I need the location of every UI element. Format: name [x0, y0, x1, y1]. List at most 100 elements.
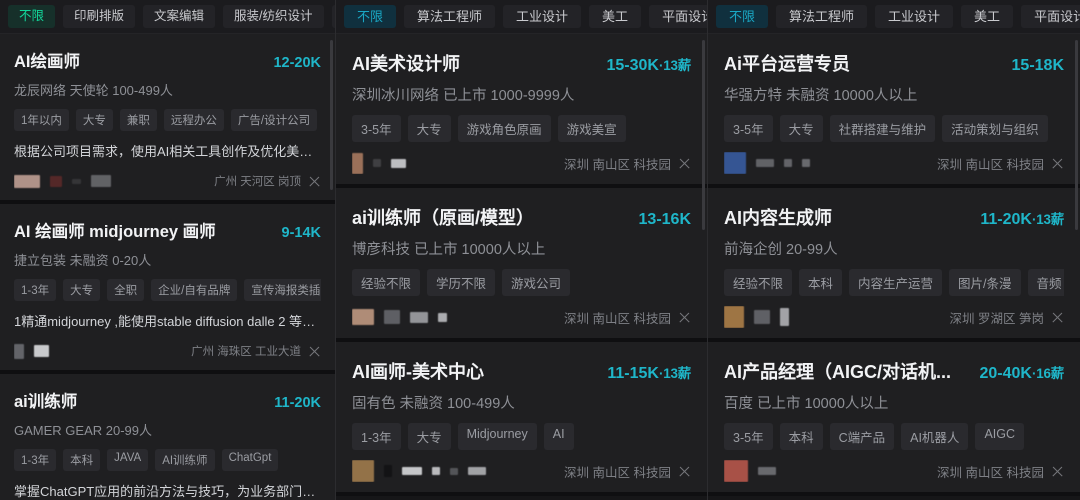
job-title[interactable]: Ai平台运营专员: [724, 50, 850, 76]
job-tag-row: 经验不限 学历不限 游戏公司: [352, 269, 691, 296]
panel-middle: 不限算法工程师工业设计美工平面设计AI美术设计师15-30K·13薪深圳冰川网络…: [336, 0, 708, 500]
company-logo-strip: [724, 460, 929, 482]
job-card[interactable]: AI内容生成师 11-20K·13薪 前海企创 20-99人 经验不限 本科 内容生产运营…: [708, 188, 1080, 342]
company-info[interactable]: 前海企创 20-99人: [724, 238, 1064, 259]
company-info[interactable]: GAMER GEAR 20-99人: [14, 420, 321, 439]
job-tag: 社群搭建与维护: [829, 115, 936, 142]
company-logo-icon: [754, 310, 770, 324]
company-logo-strip: [724, 306, 942, 328]
panel-scrollbar[interactable]: [330, 40, 333, 190]
company-info[interactable]: 百度 已上市 10000人以上: [724, 392, 1064, 413]
close-icon[interactable]: [678, 157, 691, 170]
company-logo-strip: [14, 340, 183, 362]
close-icon[interactable]: [1051, 465, 1064, 478]
filter-chip[interactable]: 平面设计: [331, 5, 335, 28]
close-icon[interactable]: [308, 175, 321, 188]
filter-chip[interactable]: 不限: [716, 5, 769, 28]
job-title[interactable]: AI绘画师: [14, 48, 80, 72]
job-tag: 全职: [107, 279, 145, 301]
filter-chip[interactable]: 印刷排版: [63, 5, 136, 28]
job-card-footer: 深圳 南山区 科技园: [352, 152, 691, 174]
filter-bar: 不限算法工程师工业设计美工平面设计: [336, 0, 707, 34]
close-icon[interactable]: [678, 465, 691, 478]
filter-chip[interactable]: 算法工程师: [776, 5, 868, 28]
panel-scrollbar[interactable]: [1075, 40, 1078, 230]
job-card-list[interactable]: AI美术设计师 15-30K·13薪 深圳冰川网络 已上市 1000-9999人 3-…: [336, 34, 707, 500]
job-card-list[interactable]: Ai平台运营专员 15-18K 华强方特 未融资 10000人以上 3-5年 大专 社群搭…: [708, 34, 1080, 500]
company-logo-icon: [391, 158, 406, 168]
salary-bonus-months: ·13薪: [658, 366, 691, 381]
filter-chip[interactable]: 不限: [344, 5, 397, 28]
company-logo-icon: [402, 467, 422, 475]
company-info[interactable]: 博彦科技 已上市 10000人以上: [352, 238, 691, 259]
job-title[interactable]: ai训练师（原画/模型）: [352, 204, 534, 230]
job-description: 掌握ChatGPT应用的前沿方法与技巧，为业务部门提供A...: [14, 484, 321, 499]
job-tag: AI训练师: [155, 449, 215, 471]
job-tag: 兼职: [119, 109, 157, 131]
salary-range: 15-18K: [1012, 57, 1064, 75]
filter-chip[interactable]: 美工: [589, 5, 642, 28]
company-logo-icon: [802, 159, 810, 167]
job-card[interactable]: AI 绘画师 midjourney 画师 9-14K 捷立包装 未融资 0-20人 1…: [0, 204, 335, 374]
job-title[interactable]: ai训练师: [14, 388, 77, 412]
company-info[interactable]: 华强方特 未融资 10000人以上: [724, 84, 1064, 105]
filter-chip[interactable]: 平面设计: [1021, 5, 1080, 28]
panel-left: 不限印刷排版文案编辑服装/纺织设计 平面设计 AI绘画师 12-20K 龙辰网络 天使轮…: [0, 0, 336, 500]
job-location: 广州 海珠区 工业大道: [191, 346, 301, 358]
job-tag: 游戏公司: [502, 269, 571, 296]
company-logo-icon: [14, 174, 40, 188]
filter-chip[interactable]: 文案编辑: [143, 5, 216, 28]
close-icon[interactable]: [308, 345, 321, 358]
filter-chip[interactable]: 美工: [961, 5, 1014, 28]
company-info[interactable]: 深圳冰川网络 已上市 1000-9999人: [352, 84, 691, 105]
filter-chip[interactable]: 工业设计: [503, 5, 582, 28]
job-tag: AI: [543, 423, 574, 450]
close-icon[interactable]: [1051, 157, 1064, 170]
company-info[interactable]: 捷立包装 未融资 0-20人: [14, 250, 321, 269]
filter-chip[interactable]: 服装/纺织设计: [223, 5, 324, 28]
job-description: 根据公司项目需求，使用AI相关工具创作及优化美术品质: [14, 144, 321, 159]
job-card[interactable]: ai训练师 11-20K GAMER GEAR 20-99人 1-3年 本科 JAVA AI…: [0, 374, 335, 500]
job-card[interactable]: ai训练师（原画/模型） 13-16K 博彦科技 已上市 10000人以上经验不限学…: [336, 188, 707, 342]
job-card-list[interactable]: AI绘画师 12-20K 龙辰网络 天使轮 100-499人 1年以内 大专 兼职 远程办公…: [0, 34, 335, 500]
filter-chip[interactable]: 工业设计: [875, 5, 954, 28]
job-tag: 远程办公: [163, 109, 224, 131]
job-tag-row: 3-5年 本科 C端产品 AI机器人 AIGC: [724, 423, 1064, 450]
job-tag: 大专: [75, 109, 113, 131]
company-logo-icon: [724, 460, 748, 482]
job-tag: 1-3年: [14, 449, 57, 471]
job-card-footer: 深圳 南山区 科技园: [724, 152, 1064, 174]
company-logo-icon: [91, 175, 111, 187]
salary-amount: 20-40K: [979, 365, 1032, 382]
filter-chip[interactable]: 算法工程师: [404, 5, 496, 28]
job-title[interactable]: AI 绘画师 midjourney 画师: [14, 218, 216, 242]
job-card[interactable]: AI美术设计师 15-30K·13薪 深圳冰川网络 已上市 1000-9999人 3-…: [336, 34, 707, 188]
job-tag-row: 1-3年 大专 Midjourney AI: [352, 423, 691, 450]
filter-chip[interactable]: 平面设计: [649, 5, 707, 28]
job-tag: 宣传海报类插画: [244, 279, 321, 301]
job-card-footer: 深圳 南山区 科技园: [352, 460, 691, 482]
job-tag: 广告/设计公司: [230, 109, 318, 131]
job-location: 广州 天河区 岗顶: [214, 176, 301, 188]
company-logo-icon: [724, 152, 746, 174]
job-footer-right: 广州 天河区 岗顶: [214, 173, 321, 189]
job-title[interactable]: AI画师-美术中心: [352, 358, 484, 384]
job-card[interactable]: AI绘画师 12-20K 龙辰网络 天使轮 100-499人 1年以内 大专 兼职 远程办公…: [0, 34, 335, 204]
job-tag: 音频: [1027, 269, 1064, 296]
job-title[interactable]: AI产品经理（AIGC/对话机...: [724, 358, 951, 384]
close-icon[interactable]: [678, 311, 691, 324]
job-tag: 内容生产运营: [849, 269, 943, 296]
company-info[interactable]: 固有色 未融资 100-499人: [352, 392, 691, 413]
job-footer-right: 深圳 南山区 科技园: [937, 154, 1064, 173]
panel-scrollbar[interactable]: [702, 40, 705, 230]
job-card[interactable]: AI画师-美术中心 11-15K·13薪 固有色 未融资 100-499人 1-3年大…: [336, 342, 707, 496]
job-card[interactable]: Ai平台运营专员 15-18K 华强方特 未融资 10000人以上 3-5年 大专 社群搭…: [708, 34, 1080, 188]
company-logo-icon: [724, 306, 744, 328]
job-card[interactable]: AI产品经理（AIGC/对话机... 20-40K·16薪 百度 已上市 10000…: [708, 342, 1080, 496]
job-title[interactable]: AI美术设计师: [352, 50, 460, 76]
close-icon[interactable]: [1051, 311, 1064, 324]
company-info[interactable]: 龙辰网络 天使轮 100-499人: [14, 80, 321, 99]
job-card-header: ai训练师（原画/模型） 13-16K: [352, 204, 691, 230]
job-title[interactable]: AI内容生成师: [724, 204, 832, 230]
filter-chip[interactable]: 不限: [8, 5, 56, 28]
